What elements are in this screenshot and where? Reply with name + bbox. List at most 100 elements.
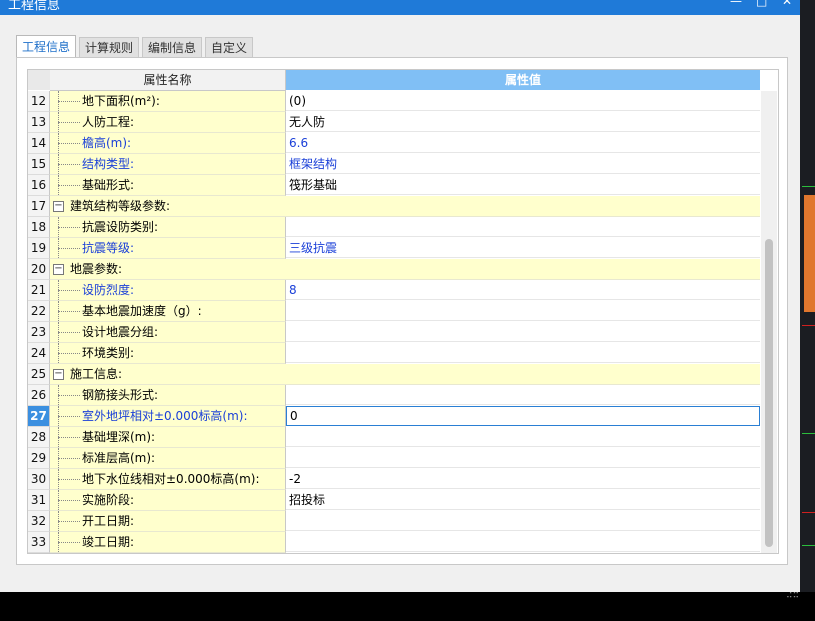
tab-compile-info[interactable]: 编制信息 — [142, 37, 203, 58]
property-value-cell[interactable]: 8 — [286, 280, 760, 300]
property-name-cell[interactable]: − 建筑结构等级参数: — [50, 196, 760, 217]
table-row[interactable]: 29 标准层高(m): — [28, 448, 760, 469]
property-value-cell[interactable] — [286, 532, 760, 552]
table-row[interactable]: 13 人防工程: 无人防 — [28, 112, 760, 133]
property-value-editor[interactable]: 0 — [286, 406, 760, 426]
collapse-icon[interactable]: − — [53, 201, 64, 212]
property-name-cell[interactable]: 实施阶段: — [50, 490, 286, 511]
property-value-cell[interactable]: (0) — [286, 91, 760, 111]
column-header-name[interactable]: 属性名称 — [50, 70, 286, 91]
property-name-cell[interactable]: 钢筋接头形式: — [50, 385, 286, 406]
property-value-cell[interactable] — [286, 343, 760, 363]
row-number[interactable]: 12 — [28, 91, 50, 112]
resize-grip-icon[interactable]: ⠠⠤ ⠤⠤ — [786, 588, 799, 602]
row-number[interactable]: 21 — [28, 280, 50, 301]
property-value-cell[interactable]: 6.6 — [286, 133, 760, 153]
minimize-button[interactable]: — — [730, 0, 742, 8]
table-row[interactable]: 19 抗震等级: 三级抗震 — [28, 238, 760, 259]
property-name-cell[interactable]: 抗震等级: — [50, 238, 286, 259]
table-row[interactable]: 30 地下水位线相对±0.000标高(m): -2 — [28, 469, 760, 490]
row-number[interactable]: 32 — [28, 511, 50, 532]
row-number[interactable]: 14 — [28, 133, 50, 154]
property-name-cell[interactable]: − 施工信息: — [50, 364, 760, 385]
tab-calc-rules[interactable]: 计算规则 — [79, 37, 140, 58]
table-row[interactable]: 21 设防烈度: 8 — [28, 280, 760, 301]
table-row[interactable]: 23 设计地震分组: — [28, 322, 760, 343]
close-button[interactable]: ✕ — [782, 0, 792, 8]
property-name-cell[interactable]: 竣工日期: — [50, 532, 286, 553]
table-row[interactable]: 31 实施阶段: 招投标 — [28, 490, 760, 511]
property-value-cell[interactable] — [286, 217, 760, 237]
collapse-icon[interactable]: − — [53, 264, 64, 275]
group-row[interactable]: 20− 地震参数: — [28, 259, 760, 280]
table-row[interactable]: 12 地下面积(m²): (0) — [28, 91, 760, 112]
row-number[interactable]: 26 — [28, 385, 50, 406]
table-row[interactable]: 16 基础形式: 筏形基础 — [28, 175, 760, 196]
property-value-cell[interactable]: 筏形基础 — [286, 175, 760, 195]
row-number[interactable]: 16 — [28, 175, 50, 196]
property-name-cell[interactable]: 抗震设防类别: — [50, 217, 286, 238]
group-row[interactable]: 17− 建筑结构等级参数: — [28, 196, 760, 217]
table-row[interactable]: 14 檐高(m): 6.6 — [28, 133, 760, 154]
property-value-cell[interactable]: 三级抗震 — [286, 238, 760, 258]
column-header-value[interactable]: 属性值 — [286, 70, 760, 90]
tab-project-info[interactable]: 工程信息 — [16, 35, 77, 58]
property-name-cell[interactable]: 室外地坪相对±0.000标高(m): — [50, 406, 286, 427]
tab-custom[interactable]: 自定义 — [205, 37, 254, 58]
table-row[interactable]: 18 抗震设防类别: — [28, 217, 760, 238]
property-value-cell[interactable]: 招投标 — [286, 490, 760, 510]
table-row[interactable]: 32 开工日期: — [28, 511, 760, 532]
property-name-cell[interactable]: 地下面积(m²): — [50, 91, 286, 112]
row-number[interactable]: 31 — [28, 490, 50, 511]
property-name-cell[interactable]: 基础形式: — [50, 175, 286, 196]
property-value-cell[interactable] — [286, 448, 760, 468]
row-number[interactable]: 19 — [28, 238, 50, 259]
row-number[interactable]: 30 — [28, 469, 50, 490]
row-number[interactable]: 24 — [28, 343, 50, 364]
table-row[interactable]: 15 结构类型: 框架结构 — [28, 154, 760, 175]
property-name-cell[interactable]: 环境类别: — [50, 343, 286, 364]
property-value-cell[interactable]: 框架结构 — [286, 154, 760, 174]
table-row[interactable]: 33 竣工日期: — [28, 532, 760, 553]
row-number[interactable]: 15 — [28, 154, 50, 175]
property-value-cell[interactable]: 无人防 — [286, 112, 760, 132]
property-value-cell[interactable]: -2 — [286, 469, 760, 489]
table-row[interactable]: 28 基础埋深(m): — [28, 427, 760, 448]
vertical-scrollbar[interactable] — [761, 91, 777, 553]
property-value-cell[interactable] — [286, 301, 760, 321]
property-name-cell[interactable]: 基础埋深(m): — [50, 427, 286, 448]
row-number[interactable]: 33 — [28, 532, 50, 553]
row-number[interactable]: 29 — [28, 448, 50, 469]
property-name-cell[interactable]: − 地震参数: — [50, 259, 760, 280]
collapse-icon[interactable]: − — [53, 369, 64, 380]
table-row[interactable]: 27 室外地坪相对±0.000标高(m): 0 — [28, 406, 760, 427]
row-number[interactable]: 17 — [28, 196, 50, 217]
property-name-cell[interactable]: 基本地震加速度（g）: — [50, 301, 286, 322]
property-name-cell[interactable]: 檐高(m): — [50, 133, 286, 154]
property-name-cell[interactable]: 设防烈度: — [50, 280, 286, 301]
table-row[interactable]: 24 环境类别: — [28, 343, 760, 364]
row-number[interactable]: 25 — [28, 364, 50, 385]
scrollbar-thumb[interactable] — [765, 239, 773, 547]
table-row[interactable]: 26 钢筋接头形式: — [28, 385, 760, 406]
property-value-cell[interactable] — [286, 511, 760, 531]
row-number[interactable]: 20 — [28, 259, 50, 280]
row-number[interactable]: 27 — [28, 406, 50, 427]
table-row[interactable]: 22 基本地震加速度（g）: — [28, 301, 760, 322]
maximize-button[interactable]: □ — [756, 0, 767, 8]
row-number[interactable]: 18 — [28, 217, 50, 238]
property-name-cell[interactable]: 标准层高(m): — [50, 448, 286, 469]
property-name-cell[interactable]: 开工日期: — [50, 511, 286, 532]
property-value-cell[interactable] — [286, 322, 760, 342]
property-name-cell[interactable]: 地下水位线相对±0.000标高(m): — [50, 469, 286, 490]
group-row[interactable]: 25− 施工信息: — [28, 364, 760, 385]
row-number[interactable]: 22 — [28, 301, 50, 322]
property-value-cell[interactable] — [286, 385, 760, 405]
row-number[interactable]: 28 — [28, 427, 50, 448]
property-name-cell[interactable]: 人防工程: — [50, 112, 286, 133]
property-name-cell[interactable]: 结构类型: — [50, 154, 286, 175]
property-value-cell[interactable] — [286, 427, 760, 447]
row-number[interactable]: 13 — [28, 112, 50, 133]
row-number[interactable]: 23 — [28, 322, 50, 343]
property-name-cell[interactable]: 设计地震分组: — [50, 322, 286, 343]
